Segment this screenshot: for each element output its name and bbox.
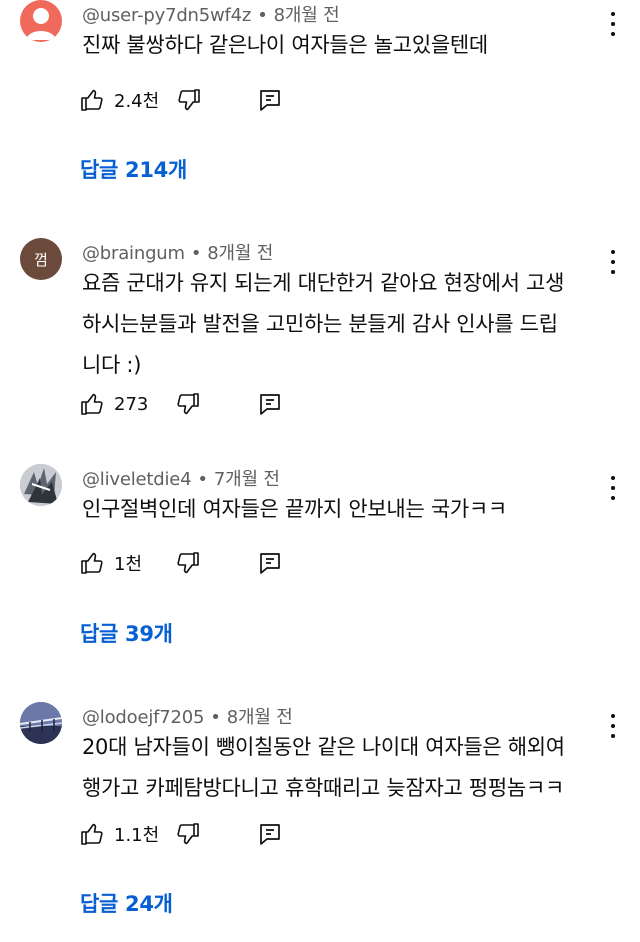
thumbs-up-icon (81, 552, 103, 574)
comment-actions: 2.4천 (80, 86, 500, 114)
thumbs-down-icon (177, 552, 199, 574)
dislike-button[interactable] (176, 822, 200, 846)
comment-text: 인구절벽인데 여자들은 끝까지 안보내는 국가ㅋㅋ (82, 497, 507, 521)
dislike-button[interactable] (176, 392, 200, 416)
more-vert-icon[interactable] (603, 712, 623, 740)
comment-actions: 1천 (80, 549, 500, 577)
comment-time[interactable]: 7개월 전 (214, 469, 280, 490)
like-button[interactable]: 273 (80, 390, 148, 418)
anime-avatar-icon (20, 464, 62, 506)
thumbs-up-icon (81, 393, 103, 415)
avatar[interactable] (20, 0, 62, 42)
avatar[interactable] (20, 702, 62, 744)
thumbs-up-icon (81, 823, 103, 845)
like-count: 1.1천 (114, 825, 160, 846)
comment-actions: 1.1천 (80, 820, 500, 848)
comment-time[interactable]: 8개월 전 (227, 707, 293, 728)
more-vert-icon[interactable] (603, 474, 623, 502)
default-user-icon (26, 8, 56, 40)
thumbs-down-icon (177, 823, 199, 845)
comment-text: 요즘 군대가 유지 되는게 대단한거 같아요 현장에서 고생하시는분들과 발전을… (82, 271, 565, 377)
comment-text: 20대 남자들이 뺑이칠동안 같은 나이대 여자들은 해외여행가고 카페탐방다니… (82, 735, 565, 800)
comment-meta: @user-py7dn5wf4z • 8개월 전 (82, 1, 340, 27)
more-vert-icon[interactable] (603, 248, 623, 276)
reply-button[interactable] (258, 392, 282, 416)
replies-link[interactable]: 답글 24개 (80, 888, 173, 918)
dislike-button[interactable] (177, 88, 201, 112)
comment-author[interactable]: @liveletdie4 (82, 469, 192, 490)
meta-separator: • (197, 469, 208, 490)
comment-author[interactable]: @braingum (82, 243, 185, 264)
meta-separator: • (257, 5, 268, 26)
like-count: 1천 (114, 554, 143, 575)
like-count: 273 (114, 393, 149, 415)
like-button[interactable]: 2.4천 (80, 86, 159, 114)
thumbs-down-icon (178, 89, 200, 111)
reply-button[interactable] (258, 551, 282, 575)
comment-time[interactable]: 8개월 전 (274, 5, 340, 26)
dislike-button[interactable] (176, 551, 200, 575)
avatar-letter: 껌 (34, 250, 48, 269)
meta-separator: • (190, 243, 202, 264)
reply-comment-icon (260, 824, 280, 845)
reply-comment-icon (260, 90, 280, 111)
reply-comment-icon (260, 394, 280, 415)
comment-actions: 273 (80, 390, 500, 418)
like-button[interactable]: 1.1천 (80, 820, 159, 848)
reply-button[interactable] (258, 822, 282, 846)
comment-meta: @lodoejf7205 • 8개월 전 (82, 703, 293, 729)
avatar[interactable] (20, 464, 62, 506)
comment-time[interactable]: 8개월 전 (207, 243, 273, 264)
meta-separator: • (210, 707, 221, 728)
comment-author[interactable]: @lodoejf7205 (82, 707, 204, 728)
thumbs-down-icon (177, 393, 199, 415)
comment-meta: @liveletdie4 • 7개월 전 (82, 465, 280, 491)
comment-text: 진짜 불쌍하다 같은나이 여자들은 놀고있을텐데 (82, 33, 488, 57)
thumbs-up-icon (81, 89, 103, 111)
more-vert-icon[interactable] (603, 10, 623, 38)
comment-author[interactable]: @user-py7dn5wf4z (82, 5, 251, 26)
reply-comment-icon (260, 553, 280, 574)
comment-meta: @braingum • 8개월 전 (82, 239, 273, 265)
replies-link[interactable]: 답글 214개 (80, 154, 187, 184)
like-button[interactable]: 1천 (80, 549, 142, 577)
like-count: 2.4천 (114, 91, 160, 112)
avatar[interactable]: 껌 (20, 238, 62, 280)
reply-button[interactable] (258, 88, 282, 112)
replies-link[interactable]: 답글 39개 (80, 618, 173, 648)
bridge-photo-icon (20, 702, 62, 744)
